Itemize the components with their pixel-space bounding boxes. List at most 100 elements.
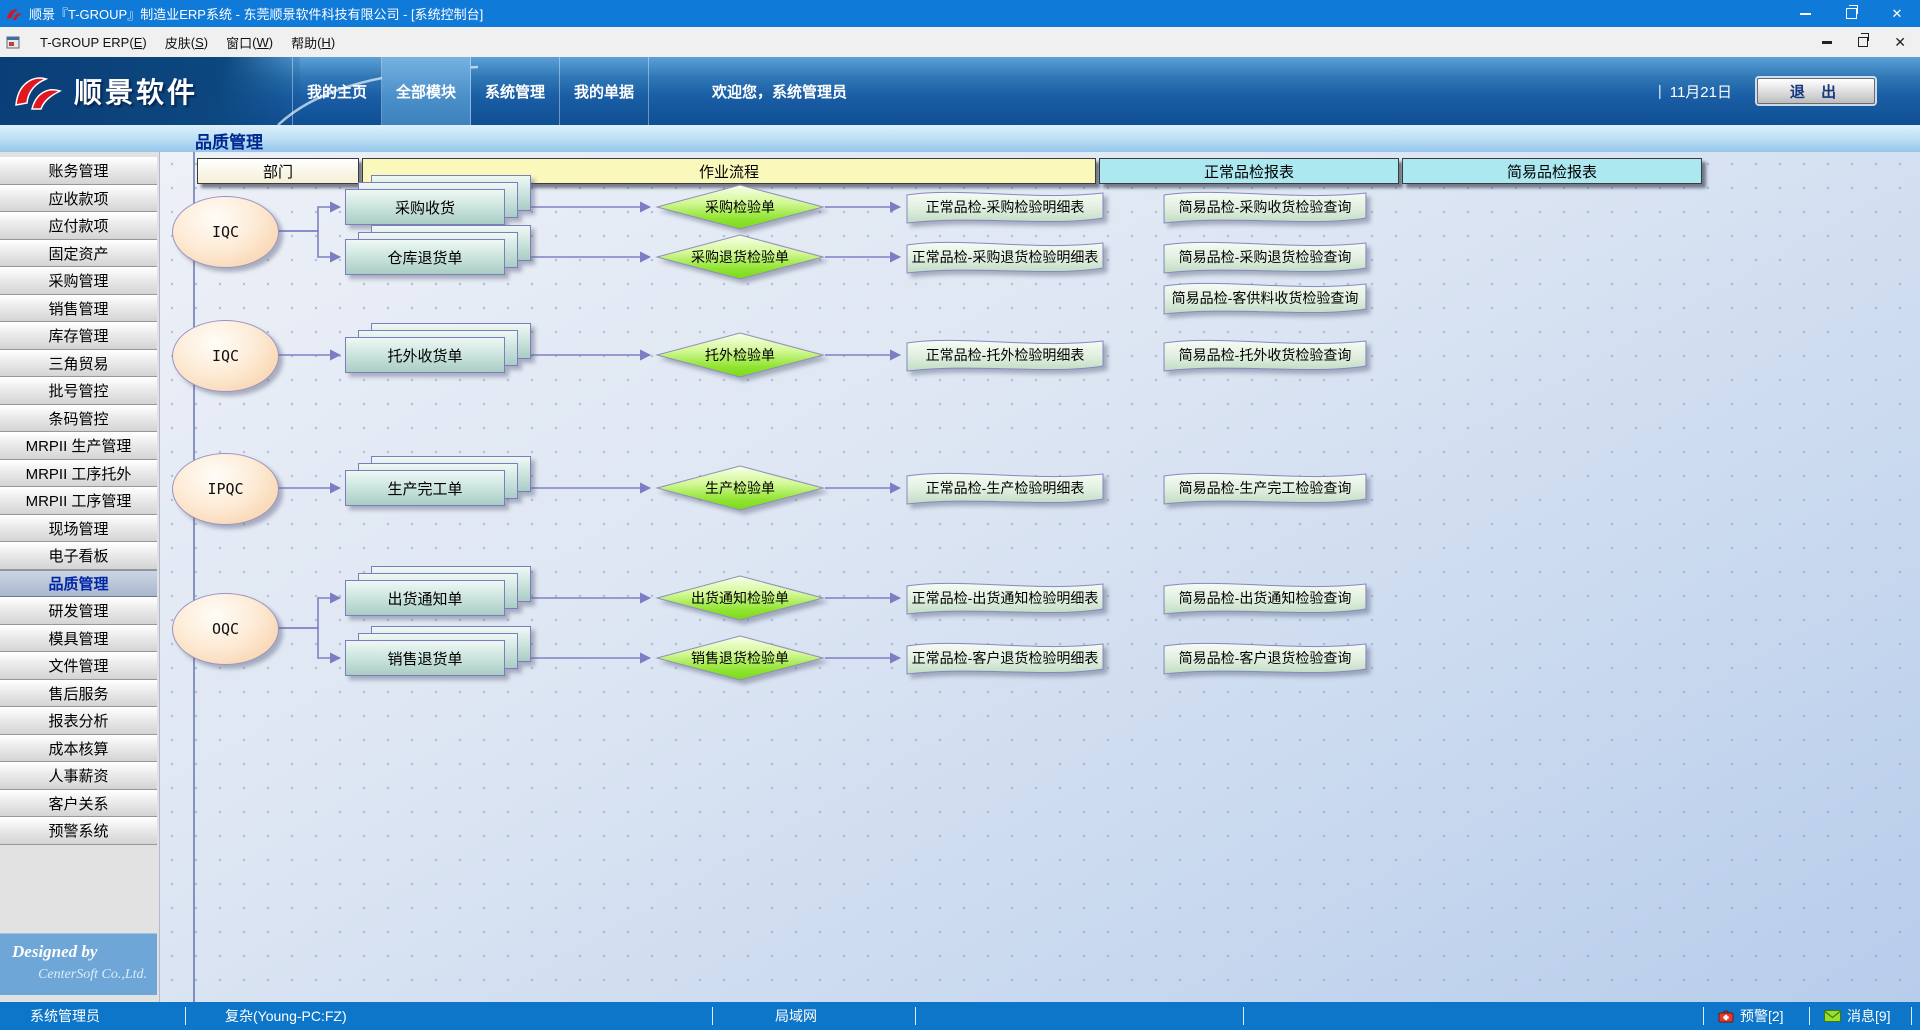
shunjing-logo-icon xyxy=(12,69,64,113)
sidebar-item-lot-control[interactable]: 批号管控 xyxy=(0,377,157,405)
sidebar-item-crm[interactable]: 客户关系 xyxy=(0,790,157,818)
process-box-warehouse-return[interactable]: 仓库退货单 xyxy=(345,225,531,275)
current-date: 11月21日 xyxy=(1670,81,1732,102)
mdi-minimize-button[interactable] xyxy=(1822,41,1832,44)
company-text: CenterSoft Co.,Ltd. xyxy=(0,967,147,983)
sidebar-item-shopfloor[interactable]: 现场管理 xyxy=(0,515,157,543)
sidebar-item-kanban[interactable]: 电子看板 xyxy=(0,542,157,570)
window-title: 顺景『T-GROUP』制造业ERP系统 - 东莞顺景软件科技有限公司 - [系统… xyxy=(29,4,483,23)
sidebar-item-mrp2-outsourcing[interactable]: MRPII 工序托外 xyxy=(0,460,157,488)
menu-skin[interactable]: 皮肤(S) xyxy=(156,31,217,53)
diamond-sales-return-inspection[interactable]: 销售退货检验单 xyxy=(655,635,825,681)
report-normal-outsourcing[interactable]: 正常品检-托外检验明细表 xyxy=(905,335,1105,375)
minimize-icon xyxy=(1822,41,1832,44)
report-normal-production[interactable]: 正常品检-生产检验明细表 xyxy=(905,468,1105,508)
main-header: 顺景软件 我的主页 全部模块 系统管理 我的单据 欢迎您，系统管理员 | 11月… xyxy=(0,57,1920,125)
diamond-shipping-notice-inspection[interactable]: 出货通知检验单 xyxy=(655,575,825,621)
mdi-close-button[interactable]: ✕ xyxy=(1894,35,1906,49)
logo-text: 顺景软件 xyxy=(74,71,198,111)
sidebar-item-mrp2-process[interactable]: MRPII 工序管理 xyxy=(0,487,157,515)
menu-help[interactable]: 帮助(H) xyxy=(282,31,344,53)
dept-ellipse-ipqc: IPQC xyxy=(172,453,279,525)
report-simple-customer-supplied[interactable]: 简易品检-客供料收货检验查询 xyxy=(1162,278,1368,318)
status-host: 复杂(Young-PC:FZ) xyxy=(225,1002,347,1030)
sidebar-item-purchasing[interactable]: 采购管理 xyxy=(0,267,157,295)
module-sidebar: 账务管理 应收款项 应付款项 固定资产 采购管理 销售管理 库存管理 三角贸易 … xyxy=(0,152,160,1002)
report-simple-purchase-return[interactable]: 简易品检-采购退货检验查询 xyxy=(1162,237,1368,277)
menubar: T-GROUP ERP(E) 皮肤(S) 窗口(W) 帮助(H) ✕ xyxy=(0,27,1920,58)
app-window: 顺景『T-GROUP』制造业ERP系统 - 东莞顺景软件科技有限公司 - [系统… xyxy=(0,0,1920,1030)
form-icon xyxy=(6,35,21,49)
diamond-purchase-inspection[interactable]: 采购检验单 xyxy=(655,184,825,230)
diamond-production-inspection[interactable]: 生产检验单 xyxy=(655,465,825,511)
sidebar-item-costing[interactable]: 成本核算 xyxy=(0,735,157,763)
sidebar-item-report-analysis[interactable]: 报表分析 xyxy=(0,707,157,735)
window-controls: ✕ xyxy=(1782,0,1920,27)
sidebar-item-barcode-control[interactable]: 条码管控 xyxy=(0,405,157,433)
report-normal-customer-return[interactable]: 正常品检-客户退货检验明细表 xyxy=(905,638,1105,678)
process-box-production-completion[interactable]: 生产完工单 xyxy=(345,456,531,506)
sidebar-item-mrp2-production[interactable]: MRPII 生产管理 xyxy=(0,432,157,460)
column-header-department: 部门 xyxy=(197,158,359,184)
canvas-edge-line xyxy=(193,152,195,1002)
restore-icon xyxy=(1858,37,1868,47)
sidebar-item-hr-payroll[interactable]: 人事薪资 xyxy=(0,762,157,790)
report-simple-outsourcing-receiving[interactable]: 简易品检-托外收货检验查询 xyxy=(1162,335,1368,375)
process-box-outsourcing-receiving[interactable]: 托外收货单 xyxy=(345,323,531,373)
designed-by-box: Designed by CenterSoft Co.,Ltd. xyxy=(0,933,157,995)
status-alerts[interactable]: 预警[2] xyxy=(1718,1002,1784,1030)
page-title-bar: 品质管理 xyxy=(0,125,1920,153)
mdi-restore-button[interactable] xyxy=(1858,37,1868,47)
diamond-outsourcing-inspection[interactable]: 托外检验单 xyxy=(655,332,825,378)
titlebar: 顺景『T-GROUP』制造业ERP系统 - 东莞顺景软件科技有限公司 - [系统… xyxy=(0,0,1920,27)
sidebar-item-accounting[interactable]: 账务管理 xyxy=(0,157,157,185)
restore-icon xyxy=(1846,8,1857,19)
column-header-normal-reports: 正常品检报表 xyxy=(1099,158,1399,184)
report-normal-purchase-return[interactable]: 正常品检-采购退货检验明细表 xyxy=(905,237,1105,277)
report-normal-shipping-notice[interactable]: 正常品检-出货通知检验明细表 xyxy=(905,578,1105,618)
process-box-sales-return[interactable]: 销售退货单 xyxy=(345,626,531,676)
report-simple-customer-return[interactable]: 简易品检-客户退货检验查询 xyxy=(1162,638,1368,678)
report-normal-purchase[interactable]: 正常品检-采购检验明细表 xyxy=(905,187,1105,227)
sidebar-item-mold[interactable]: 模具管理 xyxy=(0,625,157,653)
tab-system-management[interactable]: 系统管理 xyxy=(471,57,560,125)
report-simple-production-completion[interactable]: 简易品检-生产完工检验查询 xyxy=(1162,468,1368,508)
sidebar-item-rnd[interactable]: 研发管理 xyxy=(0,597,157,625)
module-list: 账务管理 应收款项 应付款项 固定资产 采购管理 销售管理 库存管理 三角贸易 … xyxy=(0,157,157,845)
alert-kit-icon xyxy=(1718,1010,1734,1023)
sidebar-item-receivables[interactable]: 应收款项 xyxy=(0,185,157,213)
window-restore-button[interactable] xyxy=(1828,0,1874,27)
sidebar-item-triangle-trade[interactable]: 三角贸易 xyxy=(0,350,157,378)
date-display: | 11月21日 xyxy=(1658,57,1732,125)
page-title: 品质管理 xyxy=(195,128,263,153)
logo-zone: 顺景软件 xyxy=(0,57,300,125)
menu-window[interactable]: 窗口(W) xyxy=(217,31,282,53)
tab-my-home[interactable]: 我的主页 xyxy=(292,57,382,125)
process-box-shipping-notice[interactable]: 出货通知单 xyxy=(345,566,531,616)
process-box-purchase-receiving[interactable]: 采购收货 xyxy=(345,175,531,225)
window-minimize-button[interactable] xyxy=(1782,0,1828,27)
exit-button[interactable]: 退 出 xyxy=(1757,78,1875,104)
sidebar-item-fixed-assets[interactable]: 固定资产 xyxy=(0,240,157,268)
sidebar-item-document[interactable]: 文件管理 xyxy=(0,652,157,680)
column-header-simple-reports: 简易品检报表 xyxy=(1402,158,1702,184)
tab-my-documents[interactable]: 我的单据 xyxy=(560,57,649,125)
sidebar-item-quality[interactable]: 品质管理 xyxy=(0,570,157,598)
diamond-purchase-return-inspection[interactable]: 采购退货检验单 xyxy=(655,234,825,280)
sidebar-item-sales[interactable]: 销售管理 xyxy=(0,295,157,323)
window-close-button[interactable]: ✕ xyxy=(1874,0,1920,27)
quality-flow-canvas: 部门 作业流程 正常品检报表 简易品检报表 xyxy=(160,152,1920,1002)
sidebar-item-inventory[interactable]: 库存管理 xyxy=(0,322,157,350)
mdi-window-controls: ✕ xyxy=(1822,35,1906,49)
menu-tgroup-erp[interactable]: T-GROUP ERP(E) xyxy=(31,31,156,53)
status-network: 局域网 xyxy=(775,1002,817,1030)
dept-ellipse-oqc: OQC xyxy=(172,593,279,665)
tab-all-modules[interactable]: 全部模块 xyxy=(382,57,471,125)
sidebar-item-payables[interactable]: 应付款项 xyxy=(0,212,157,240)
report-simple-purchase-receiving[interactable]: 简易品检-采购收货检验查询 xyxy=(1162,187,1368,227)
status-messages[interactable]: 消息[9] xyxy=(1824,1002,1891,1030)
report-simple-shipping-notice[interactable]: 简易品检-出货通知检验查询 xyxy=(1162,578,1368,618)
minimize-icon xyxy=(1800,13,1811,15)
sidebar-item-after-sales[interactable]: 售后服务 xyxy=(0,680,157,708)
sidebar-item-alert-system[interactable]: 预警系统 xyxy=(0,817,157,845)
